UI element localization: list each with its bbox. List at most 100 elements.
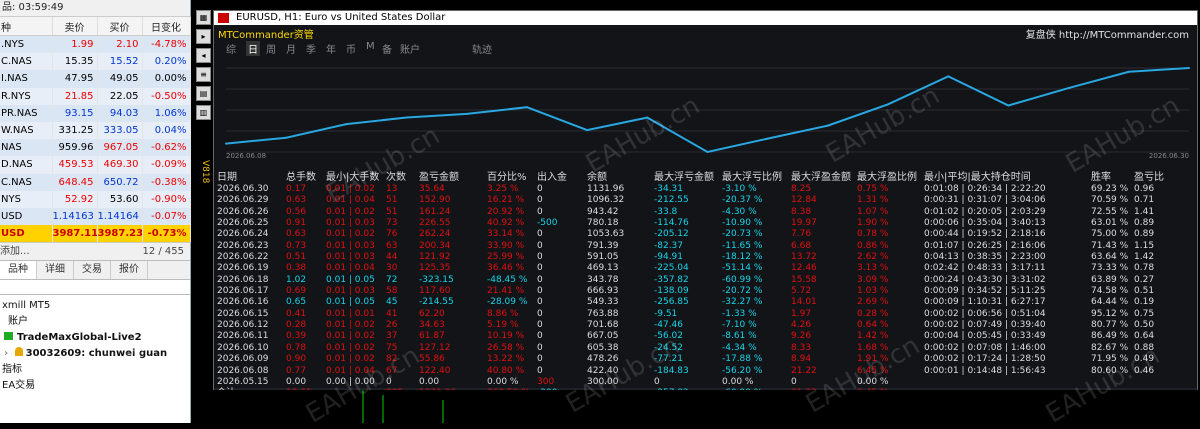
- stats-cell: -56.02: [654, 331, 684, 342]
- tab-0[interactable]: 品种: [0, 261, 37, 280]
- quotes-header-0[interactable]: 种: [0, 17, 53, 36]
- stats-cell: 2026.06.25: [217, 218, 269, 229]
- stats-cell: 9.26: [791, 331, 812, 342]
- quote-row[interactable]: NAS 959.96 967.05 -0.62%: [0, 139, 191, 157]
- stats-cell: 2026.06.29: [217, 195, 269, 206]
- quotes-header-3[interactable]: 日变化: [142, 17, 191, 36]
- stats-cell: 0:00:01 | 0:14:48 | 1:56:43: [924, 365, 1046, 376]
- stats-row[interactable]: 2026.06.09 0.90 0.01 | 0.02 82 55.86 13.22 % 0…: [214, 354, 1197, 365]
- site-link[interactable]: 复盘侠 http://MTCommander.com: [1026, 26, 1189, 41]
- quote-row[interactable]: W.NAS 331.25 333.05 0.04%: [0, 121, 191, 140]
- stats-row[interactable]: 2026.06.26 0.56 0.01 | 0.02 51 161.24 20.92 %…: [214, 207, 1197, 218]
- add-symbol-link[interactable]: 添加...: [0, 243, 30, 260]
- stats-cell: 14.01: [791, 297, 817, 308]
- stats-cell: 95.12 %: [1091, 308, 1129, 319]
- tab-1[interactable]: 详细: [37, 261, 74, 280]
- stats-row[interactable]: 2026.06.30 0.17 0.01 | 0.02 13 35.64 3.25 % 0 1…: [214, 184, 1197, 195]
- stats-cell: 1.02: [286, 274, 307, 285]
- stats-cell: 25.99 %: [487, 252, 525, 263]
- period-tab[interactable]: 月: [286, 41, 296, 56]
- stats-cell: 2026.06.12: [217, 320, 269, 331]
- stats-row[interactable]: 2026.06.19 0.38 0.01 | 0.04 30 125.35 36.46 %…: [214, 263, 1197, 274]
- server-icon: [4, 332, 13, 341]
- period-tab[interactable]: 币: [346, 41, 356, 56]
- stats-cell: 0.01 | 0.01: [326, 308, 375, 319]
- user-icon: [14, 347, 23, 357]
- quote-row[interactable]: C.NAS 15.35 15.52 0.20%: [0, 53, 191, 71]
- quote-ask: 22.05: [97, 87, 143, 105]
- stats-cell: 0: [537, 184, 543, 194]
- stats-row[interactable]: 2026.06.17 0.69 0.01 | 0.03 58 117.60 21.41 %…: [214, 286, 1197, 297]
- quote-row[interactable]: USD 3987.11 3987.23 -0.73%: [0, 225, 191, 243]
- period-tab[interactable]: 周: [266, 41, 276, 56]
- stats-row[interactable]: 2026.06.24 0.63 0.01 | 0.02 76 262.24 33.14 %…: [214, 229, 1197, 240]
- stats-cell: 1.42 %: [857, 331, 889, 342]
- equity-point: [1188, 67, 1190, 69]
- stats-cell: 0.63: [286, 229, 307, 240]
- lines-icon[interactable]: ≡: [196, 67, 211, 82]
- arrow-icon[interactable]: ▸: [196, 29, 211, 44]
- period-tab[interactable]: 备: [382, 41, 392, 56]
- period-tab[interactable]: 账户: [400, 41, 420, 56]
- quote-row[interactable]: PR.NAS 93.15 94.03 1.06%: [0, 104, 191, 122]
- navigator-accounts[interactable]: 账户: [0, 314, 190, 330]
- calendar-icon[interactable]: ▤: [196, 86, 211, 101]
- candle-strip: [362, 390, 444, 423]
- stats-row[interactable]: 2026.06.22 0.51 0.01 | 0.03 44 121.92 25.99 %…: [214, 252, 1197, 263]
- period-tab[interactable]: 日: [246, 41, 260, 56]
- stats-row[interactable]: 2026.06.11 0.39 0.01 | 0.02 37 61.87 10.19 % 0…: [214, 331, 1197, 342]
- period-tab[interactable]: M: [366, 41, 375, 52]
- arrow-icon[interactable]: ◂: [196, 48, 211, 63]
- quotes-header-1[interactable]: 卖价: [52, 17, 98, 36]
- quote-row[interactable]: USD 1.14163 1.14164 -0.07%: [0, 207, 191, 226]
- navigator-server[interactable]: TradeMaxGlobal-Live2: [0, 330, 190, 346]
- navigator-experts[interactable]: EA交易: [0, 378, 190, 394]
- stats-row[interactable]: 2026.06.12 0.28 0.01 | 0.02 26 34.63 5.19 % 0 7…: [214, 320, 1197, 331]
- quote-row[interactable]: .NYS 1.99 2.10 -4.78%: [0, 35, 191, 54]
- period-tab[interactable]: 年: [326, 41, 336, 56]
- stats-cell: -20.72 %: [722, 286, 763, 297]
- quote-row[interactable]: D.NAS 459.53 469.30 -0.09%: [0, 156, 191, 174]
- stats-row[interactable]: 2026.06.16 0.65 0.01 | 0.05 45 -214.55 -28.09…: [214, 297, 1197, 308]
- stats-cell: 0.01 | 0.04: [326, 195, 375, 206]
- stats-cell: -48.45 %: [487, 274, 528, 285]
- stats-row[interactable]: 2026.06.29 0.63 0.01 | 0.04 51 152.90 16.21 %…: [214, 195, 1197, 206]
- quote-ask: 650.72: [97, 173, 143, 191]
- stats-header-cell: 出入金: [537, 172, 567, 183]
- navigator-root[interactable]: xmill MT5: [0, 298, 190, 314]
- quote-row[interactable]: R.NYS 21.85 22.05 -0.50%: [0, 87, 191, 105]
- navigator-account[interactable]: › 30032609: chunwei guan: [0, 346, 190, 362]
- stats-cell: 666.93: [587, 286, 619, 297]
- chart-date-end: 2026.06.30: [1148, 152, 1189, 160]
- stats-cell: 2026.06.22: [217, 252, 269, 263]
- stats-row[interactable]: 2026.06.08 0.77 0.01 | 0.04 67 122.40 40.80 %…: [214, 366, 1197, 377]
- period-tab[interactable]: 综: [226, 41, 236, 56]
- stats-cell: 0:00:02 | 0:17:24 | 1:28:50: [924, 354, 1046, 365]
- stats-row[interactable]: 2026.06.25 0.91 0.01 | 0.03 73 226.55 40.92 %…: [214, 218, 1197, 229]
- stats-row[interactable]: 2026.06.23 0.73 0.01 | 0.03 63 200.34 33.90 %…: [214, 241, 1197, 252]
- equity-point: [1127, 70, 1130, 73]
- tab-2[interactable]: 交易: [74, 261, 111, 280]
- stats-row[interactable]: 2026.05.15 0.00 0.00 | 0.00 0 0.00 0.00 % 300 3…: [214, 377, 1197, 388]
- quotes-header-2[interactable]: 买价: [97, 17, 143, 36]
- stats-row[interactable]: 2026.06.15 0.41 0.01 | 0.01 41 62.20 8.86 % 0 7…: [214, 309, 1197, 320]
- stats-cell: 8.86 %: [487, 308, 519, 319]
- stats-cell: 69.23 %: [1091, 184, 1129, 194]
- stats-cell: 0:00:02 | 0:06:56 | 0:51:04: [924, 308, 1046, 319]
- grid-icon[interactable]: ▦: [196, 10, 211, 25]
- stats-row[interactable]: 2026.06.10 0.78 0.01 | 0.02 75 127.12 26.58 %…: [214, 343, 1197, 354]
- period-tab[interactable]: 轨迹: [472, 41, 492, 56]
- stats-cell: 33.90 %: [487, 240, 525, 251]
- navigator-indicators[interactable]: 指标: [0, 362, 190, 378]
- quote-row[interactable]: I.NAS 47.95 49.05 0.00%: [0, 70, 191, 88]
- quote-row[interactable]: C.NAS 648.45 650.72 -0.38%: [0, 173, 191, 191]
- tab-3[interactable]: 报价: [111, 261, 148, 280]
- period-tab[interactable]: 季: [306, 41, 316, 56]
- stats-cell: 40.92 %: [487, 218, 525, 229]
- table-icon[interactable]: ▥: [196, 105, 211, 120]
- stats-cell: 70.59 %: [1091, 195, 1129, 206]
- stats-cell: 0.73: [286, 240, 307, 251]
- stats-cell: 469.13: [587, 263, 619, 274]
- quote-row[interactable]: NYS 52.92 53.60 -0.90%: [0, 190, 191, 208]
- stats-row[interactable]: 2026.06.18 1.02 0.01 | 0.05 72 -323.15 -48.45…: [214, 275, 1197, 286]
